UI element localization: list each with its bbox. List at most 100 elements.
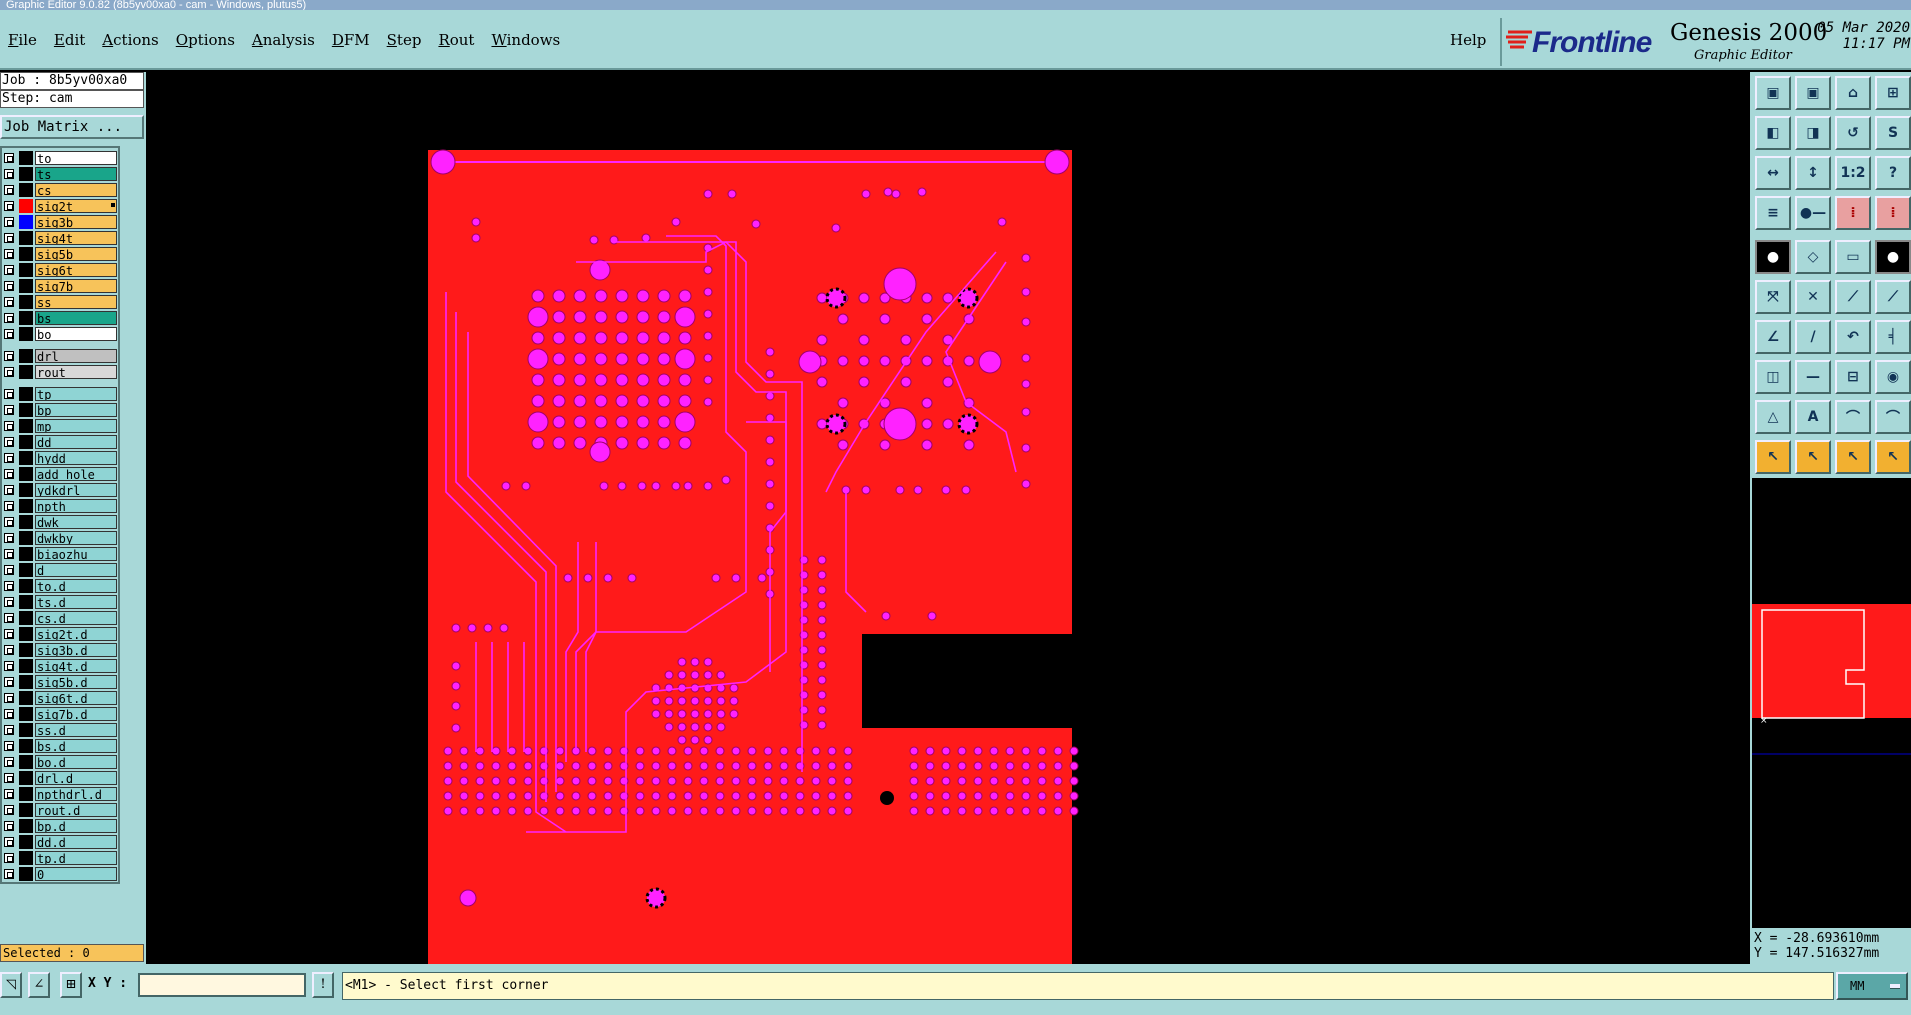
overview-map[interactable]: ×: [1752, 478, 1911, 928]
layer-row-drl[interactable]: drl: [2, 348, 118, 363]
layer-checkbox[interactable]: [4, 169, 14, 179]
layer-row-tp[interactable]: tp: [2, 386, 118, 401]
layer-row-dd.d[interactable]: dd.d: [2, 834, 118, 849]
layer-row-d[interactable]: d: [2, 562, 118, 577]
layer-row-to[interactable]: to: [2, 150, 118, 165]
tool-pan-right-button[interactable]: ◨: [1795, 116, 1831, 150]
layer-color-swatch[interactable]: [19, 349, 33, 363]
menu-windows[interactable]: Windows: [483, 31, 569, 49]
units-selector[interactable]: MM: [1836, 972, 1908, 1000]
tool-home-button[interactable]: ⌂: [1835, 76, 1871, 110]
layer-color-swatch[interactable]: [19, 595, 33, 609]
layer-color-swatch[interactable]: [19, 531, 33, 545]
layer-checkbox[interactable]: [4, 201, 14, 211]
layer-checkbox[interactable]: [4, 469, 14, 479]
layer-color-swatch[interactable]: [19, 327, 33, 341]
angle-mode-icon[interactable]: ∠: [28, 972, 50, 998]
tool-copy-button[interactable]: ◫: [1755, 360, 1791, 394]
tool-pointer-select-button[interactable]: ↖: [1795, 440, 1831, 474]
layer-color-swatch[interactable]: [19, 467, 33, 481]
tool-pan-left-button[interactable]: ◧: [1755, 116, 1791, 150]
layer-name[interactable]: mp: [35, 419, 117, 433]
layer-color-swatch[interactable]: [19, 739, 33, 753]
layer-name[interactable]: sig7b: [35, 279, 117, 293]
layer-name[interactable]: tp: [35, 387, 117, 401]
layer-row-mp[interactable]: mp: [2, 418, 118, 433]
layer-checkbox[interactable]: [4, 693, 14, 703]
layer-color-swatch[interactable]: [19, 199, 33, 213]
layer-color-swatch[interactable]: [19, 819, 33, 833]
tool-delete-button[interactable]: ✕: [1795, 280, 1831, 314]
layer-color-swatch[interactable]: [19, 403, 33, 417]
job-matrix-button[interactable]: Job Matrix ...: [0, 115, 144, 139]
layer-name[interactable]: ss: [35, 295, 117, 309]
layer-name[interactable]: ydkdrl: [35, 483, 117, 497]
layer-name[interactable]: sig7b.d: [35, 707, 117, 721]
layer-color-swatch[interactable]: [19, 851, 33, 865]
layer-color-swatch[interactable]: [19, 151, 33, 165]
pcb-board-view[interactable]: [146, 72, 1750, 968]
tool-fit-height-button[interactable]: ↕: [1795, 156, 1831, 190]
layer-checkbox[interactable]: [4, 153, 14, 163]
layer-checkbox[interactable]: [4, 757, 14, 767]
layer-row-ss[interactable]: ss: [2, 294, 118, 309]
layer-color-swatch[interactable]: [19, 387, 33, 401]
layer-color-swatch[interactable]: [19, 643, 33, 657]
tool-a-button[interactable]: A: [1795, 400, 1831, 434]
tool-vertex-button[interactable]: ⟋: [1875, 280, 1911, 314]
layer-name[interactable]: drl.d: [35, 771, 117, 785]
layer-row-sig6t[interactable]: sig6t: [2, 262, 118, 277]
layer-checkbox[interactable]: [4, 821, 14, 831]
xy-input[interactable]: [138, 973, 306, 997]
layer-color-swatch[interactable]: [19, 803, 33, 817]
layer-row-add_hole[interactable]: add_hole: [2, 466, 118, 481]
layer-name[interactable]: sig3b: [35, 215, 117, 229]
layer-name[interactable]: bo.d: [35, 755, 117, 769]
layer-color-swatch[interactable]: [19, 659, 33, 673]
layer-color-swatch[interactable]: [19, 435, 33, 449]
layer-checkbox[interactable]: [4, 581, 14, 591]
tool-fit-width-button[interactable]: ↔: [1755, 156, 1791, 190]
layer-name[interactable]: add_hole: [35, 467, 117, 481]
layer-row-cs[interactable]: cs: [2, 182, 118, 197]
layer-checkbox[interactable]: [4, 629, 14, 639]
tool-connect-button[interactable]: ⟋: [1835, 280, 1871, 314]
layer-row-dwkby[interactable]: dwkby: [2, 530, 118, 545]
layer-name[interactable]: drl: [35, 349, 117, 363]
layer-checkbox[interactable]: [4, 741, 14, 751]
tool-insert-button[interactable]: ⊟: [1835, 360, 1871, 394]
layer-row-sig2t[interactable]: sig2t: [2, 198, 118, 213]
layer-color-swatch[interactable]: [19, 183, 33, 197]
layer-checkbox[interactable]: [4, 725, 14, 735]
layer-name[interactable]: tp.d: [35, 851, 117, 865]
layer-name[interactable]: dd.d: [35, 835, 117, 849]
layer-checkbox[interactable]: [4, 533, 14, 543]
tool-grid-view-button[interactable]: ⊞: [1875, 76, 1911, 110]
menu-options[interactable]: Options: [168, 31, 244, 49]
layer-row-cs.d[interactable]: cs.d: [2, 610, 118, 625]
menu-edit[interactable]: Edit: [46, 31, 94, 49]
layer-row-rout[interactable]: rout: [2, 364, 118, 379]
layer-row-to.d[interactable]: to.d: [2, 578, 118, 593]
layer-row-drl.d[interactable]: drl.d: [2, 770, 118, 785]
layer-checkbox[interactable]: [4, 549, 14, 559]
tool-break-button[interactable]: ╡: [1875, 320, 1911, 354]
layer-row-npth[interactable]: npth: [2, 498, 118, 513]
layer-row-sig6t.d[interactable]: sig6t.d: [2, 690, 118, 705]
layer-row-sig7b[interactable]: sig7b: [2, 278, 118, 293]
layer-color-swatch[interactable]: [19, 499, 33, 513]
tool-panel-down-button[interactable]: ▣: [1795, 76, 1831, 110]
layer-name[interactable]: sig6t.d: [35, 691, 117, 705]
layer-checkbox[interactable]: [4, 351, 14, 361]
layer-checkbox[interactable]: [4, 233, 14, 243]
layer-row-bp.d[interactable]: bp.d: [2, 818, 118, 833]
layer-color-swatch[interactable]: [19, 547, 33, 561]
layer-checkbox[interactable]: [4, 389, 14, 399]
layer-name[interactable]: dwkby: [35, 531, 117, 545]
layer-color-swatch[interactable]: [19, 279, 33, 293]
layer-row-sig5b.d[interactable]: sig5b.d: [2, 674, 118, 689]
layer-color-swatch[interactable]: [19, 723, 33, 737]
menu-rout[interactable]: Rout: [430, 31, 483, 49]
tool-group-button[interactable]: ◉: [1875, 360, 1911, 394]
layer-color-swatch[interactable]: [19, 563, 33, 577]
